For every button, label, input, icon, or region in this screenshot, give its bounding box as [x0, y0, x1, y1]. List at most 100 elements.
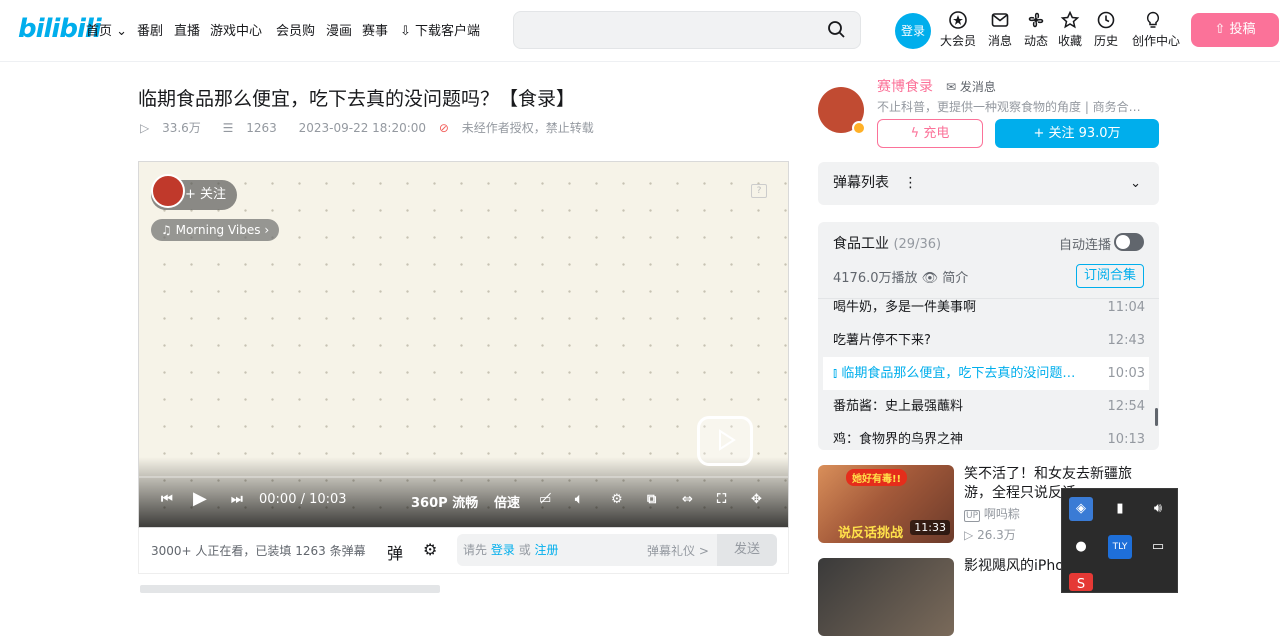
subscribe-collection-button[interactable]: 订阅合集	[1076, 264, 1144, 288]
time-display: 00:00 / 10:03	[259, 492, 347, 507]
creator-center-link[interactable]: 创作中心	[1132, 10, 1180, 49]
danmaku-bar: 3000+ 人正在看，已装填 1263 条弹幕 弹 ⚙ 请先 登录 或 注册 弹…	[138, 528, 789, 574]
nav-download-client[interactable]: ⇩ 下载客户端	[400, 20, 480, 39]
eye-icon: 👁︎	[921, 271, 939, 286]
danmaku-list-toggle[interactable]: 弹幕列表 ⋮ ⌄	[818, 162, 1159, 205]
scrollbar[interactable]	[1155, 408, 1158, 426]
nav-mall[interactable]: 会员购	[276, 20, 315, 39]
fan-icon[interactable]: ✥	[751, 492, 762, 507]
episode-item-active[interactable]: ⫾ 临期食品那么便宜，吃下去真的没问题吗？ 10:03	[823, 357, 1149, 390]
uploader-name[interactable]: 赛博食录	[877, 76, 933, 96]
nav-live[interactable]: 直播	[174, 20, 200, 39]
nav-game-center[interactable]: 游戏中心	[210, 20, 262, 39]
upload-icon: ⇧	[1214, 22, 1226, 37]
speed-button[interactable]: 倍速	[494, 492, 520, 511]
autoplay-toggle[interactable]	[1114, 233, 1144, 251]
music-note-icon: ♫	[161, 223, 172, 237]
quality-button[interactable]: 360P 流畅	[411, 492, 478, 511]
nav-home[interactable]: 首页 ⌄	[86, 20, 127, 39]
nav-manga[interactable]: 漫画	[326, 20, 352, 39]
login-link[interactable]: 登录	[491, 543, 515, 557]
wechat-icon[interactable]: ●	[1069, 535, 1093, 559]
send-button[interactable]: 发送	[717, 534, 777, 566]
nav-anime[interactable]: 番剧	[137, 20, 163, 39]
fullscreen-icon[interactable]: ⛶	[717, 492, 726, 507]
help-icon[interactable]: ?	[751, 184, 767, 198]
copyright-notice: ⊘ 未经作者授权，禁止转载	[438, 121, 594, 135]
video-title: 临期食品那么便宜，吃下去真的没问题吗？【食录】	[138, 88, 576, 110]
collection-title[interactable]: 食品工业 (29/36)	[833, 233, 941, 253]
autoplay-label: 自动连播	[1059, 238, 1112, 253]
episode-item[interactable]: 吃薯片停不下来? 12:43	[823, 324, 1149, 357]
episode-item[interactable]: 番茄酱：史上最强蘸料 12:54	[823, 390, 1149, 423]
danmaku-etiquette-link[interactable]: 弹幕礼仪 >	[647, 542, 709, 559]
widescreen-icon[interactable]: ⇔	[682, 492, 693, 507]
danmaku-off-icon[interactable]: ▭̸	[539, 492, 551, 507]
collection-stats: 4176.0万播放 👁︎ 简介	[833, 271, 969, 286]
follow-button[interactable]: + 关注 93.0万	[995, 119, 1159, 148]
play-icon[interactable]: ▶	[193, 488, 207, 509]
messages-link[interactable]: 消息	[983, 10, 1017, 49]
favorites-link[interactable]: 收藏	[1053, 10, 1087, 49]
prev-icon[interactable]: ⏮	[161, 492, 173, 507]
settings-icon[interactable]: ⚙	[611, 492, 623, 507]
display-icon[interactable]: ▭	[1146, 535, 1170, 559]
video-player[interactable]: + 关注 ♫ Morning Vibes › ? ⏮ ▶ ⏭ 00:00 / 1…	[138, 161, 789, 528]
play-count-icon: ▷	[140, 121, 150, 135]
send-message-link[interactable]: ✉ 发消息	[946, 78, 996, 95]
recommend-stats: ▷ 26.3万	[964, 528, 1016, 542]
thumbnail-caption: 说反话挑战	[838, 526, 904, 541]
volume-icon[interactable]: 🔊︎	[1146, 497, 1170, 521]
danmaku-settings-icon[interactable]: ⚙	[423, 540, 437, 559]
clock-icon	[1089, 10, 1123, 32]
chevron-down-icon: ⌄	[1130, 176, 1141, 191]
recommend-thumbnail[interactable]: 她好有毒!! 说反话挑战 11:33	[818, 465, 954, 543]
next-icon[interactable]: ⏭	[231, 492, 243, 507]
uploader-avatar[interactable]	[151, 174, 185, 208]
search-icon[interactable]	[826, 19, 848, 41]
thumbnail-banner: 她好有毒!!	[846, 469, 908, 486]
shield-app-icon[interactable]: ◈	[1069, 497, 1093, 521]
input-method-icon[interactable]: S	[1069, 573, 1093, 592]
volume-icon[interactable]: 🔈︎	[575, 492, 583, 507]
uploader-description: 不止科普，更提供一种观察食物的角度 | 商务合…	[877, 100, 1141, 114]
login-button[interactable]: 登录	[895, 13, 931, 49]
upload-button[interactable]: ⇧ 投稿	[1191, 13, 1279, 47]
search-input[interactable]	[513, 11, 861, 49]
pip-icon[interactable]: ⧉	[647, 492, 656, 507]
register-link[interactable]: 注册	[535, 543, 559, 557]
lightning-icon: ϟ	[910, 126, 920, 141]
progress-bar[interactable]	[139, 476, 788, 478]
recommend-uploader[interactable]: UP 啊吗粽	[964, 505, 1020, 522]
fan-icon	[1019, 10, 1053, 32]
star-icon	[1053, 10, 1087, 32]
vip-link[interactable]: 大会员	[940, 10, 976, 49]
recommend-thumbnail[interactable]	[818, 558, 954, 636]
mail-icon	[983, 10, 1017, 32]
danmaku-icon: ☰	[222, 121, 234, 135]
system-tray-overflow: ◈ ▮ 🔊︎ ● TLY ▭ S	[1061, 488, 1178, 593]
episode-item[interactable]: 喝牛奶，多是一件美事啊 11:04	[823, 291, 1149, 324]
video-duration: 11:33	[910, 520, 950, 535]
charge-button[interactable]: ϟ 充电	[877, 119, 983, 148]
below-content	[140, 585, 440, 593]
music-tag[interactable]: ♫ Morning Vibes ›	[151, 219, 280, 241]
danmaku-toggle-icon[interactable]: 弹	[387, 540, 403, 564]
bilibili-tv-icon[interactable]	[697, 416, 753, 466]
bookmark-app-icon[interactable]: ▮	[1108, 497, 1132, 521]
dynamic-link[interactable]: 动态	[1019, 10, 1053, 49]
vip-icon	[941, 10, 975, 32]
history-link[interactable]: 历史	[1089, 10, 1123, 49]
nav-esports[interactable]: 赛事	[362, 20, 388, 39]
playing-icon: ⫾	[833, 366, 838, 381]
view-count: ▷ 33.6万	[140, 121, 201, 135]
publish-datetime: 2023-09-22 18:20:00	[298, 121, 427, 135]
uploader-avatar[interactable]	[818, 87, 866, 135]
recommend-title[interactable]: 影视飓风的iPhone拍的。。。	[964, 557, 1074, 576]
tly-app-icon[interactable]: TLY	[1108, 535, 1132, 559]
download-icon: ⇩	[400, 24, 411, 39]
episode-item[interactable]: 鸡：食物界的鸟界之神 10:13	[823, 423, 1149, 450]
bulb-icon	[1136, 10, 1170, 32]
watching-count: 3000+ 人正在看，已装填 1263 条弹幕	[151, 544, 366, 558]
danmaku-count: ☰ 1263	[222, 121, 277, 135]
